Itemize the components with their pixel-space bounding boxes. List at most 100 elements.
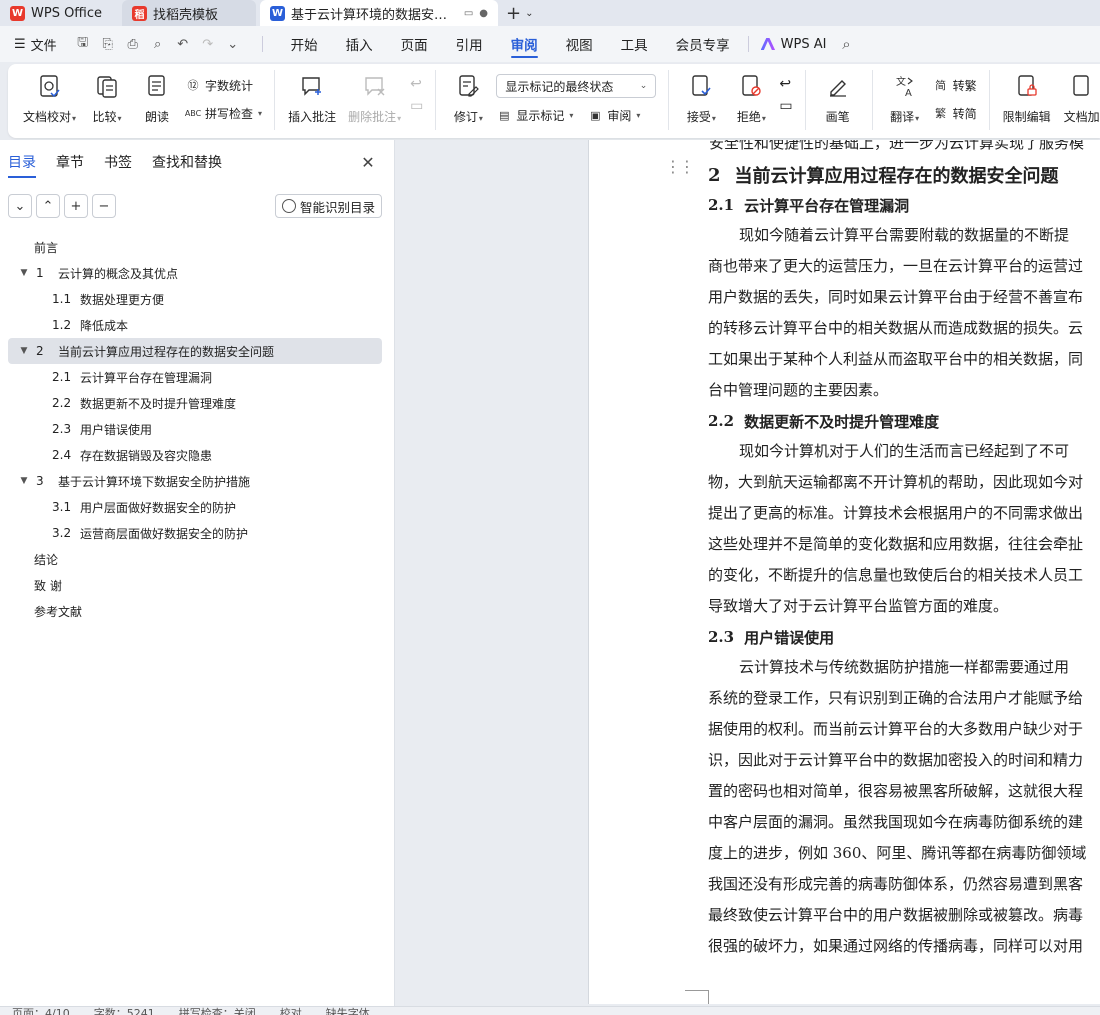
translate-button[interactable]: 文A 翻译▾ [883,70,927,125]
tab-find-replace[interactable]: 查找和替换 [152,140,232,184]
print-icon[interactable]: ⎙ [123,34,143,54]
tab-wps-office[interactable]: W WPS Office [0,0,118,26]
toc-item[interactable]: 参考文献 [8,598,382,624]
search-icon[interactable]: ⌕ [836,34,856,54]
page-indicator[interactable]: 页面：4/10 [12,1007,70,1015]
review-pane-button[interactable]: 审阅 [607,107,631,124]
export-pdf-icon[interactable]: ⎘ [98,34,118,54]
toc-item[interactable]: 2.4 存在数据销毁及容灾隐患 [8,442,382,468]
expand-down-icon[interactable]: ⌄ [8,194,32,218]
file-menu[interactable]: ☰ 文件 [14,35,57,54]
toc-item[interactable]: 2.3 用户错误使用 [8,416,382,442]
smart-toc-button[interactable]: 智能识别目录 [274,194,382,218]
ink-pen-button[interactable]: 画笔 [816,70,860,125]
remove-heading-icon[interactable]: − [92,194,116,218]
spell-check-icon: ABC [184,108,202,118]
toc-item[interactable]: 前言 [8,234,382,260]
navigation-pane: 目录 章节 书签 查找和替换 ✕ ⌄ ⌃ + − 智能识别目录 前言 ▼ 1 云计算的… [0,140,395,1006]
add-heading-icon[interactable]: + [64,194,88,218]
menu-review[interactable]: 审阅 [497,26,552,62]
toc-item[interactable]: ▼ 1 云计算的概念及其优点 [8,260,382,286]
reject-label: 拒绝 [736,110,761,124]
toc-item[interactable]: ▼ 3 基于云计算环境下数据安全防护措施 [8,468,382,494]
proofing-group: 文档校对▾ 比较▾ 朗读 ⑫ 字数统计 ABC 拼写检查 ▾ [20,70,276,130]
traditional-icon: 简 [935,79,947,92]
pen-icon [825,72,851,100]
toc-item[interactable]: 2.1 云计算平台存在管理漏洞 [8,364,382,390]
redo-icon[interactable]: ↷ [198,34,218,54]
new-tab-button[interactable]: + ⌄ [498,0,541,26]
tab-docer-templates[interactable]: 稻 找稻壳模板 [122,0,256,26]
toc-item[interactable]: 2.2 数据更新不及时提升管理难度 [8,390,382,416]
to-traditional-button[interactable]: 简 转繁 [933,74,977,96]
toc-item[interactable]: 3.1 用户层面做好数据安全的防护 [8,494,382,520]
ink-pen-label: 画笔 [825,110,850,124]
restrict-edit-button[interactable]: 限制编辑 [1000,70,1054,125]
document-body: 2 当前云计算应用过程存在的数据安全问题 2.1 云计算平台存在管理漏洞 现如今随着… [708,160,1100,962]
show-markup-button[interactable]: 显示标记 [516,107,564,124]
next-change-icon[interactable]: ▭ [779,98,792,114]
drag-handle-icon[interactable]: ⋮⋮ [665,159,695,175]
tab-bookmarks[interactable]: 书签 [104,140,142,184]
paragraph-line: 很强的破坏力，如果通过网络的传播病毒，同样可以对用 [708,937,1084,955]
menu-member[interactable]: 会员专享 [662,26,744,62]
toc-item[interactable]: 3.2 运营商层面做好数据安全的防护 [8,520,382,546]
insert-comment-button[interactable]: 插入批注 [285,70,339,125]
missing-font-indicator[interactable]: 缺失字体 [326,1007,370,1015]
menu-view[interactable]: 视图 [552,26,607,62]
menu-page[interactable]: 页面 [387,26,442,62]
expand-triangle-icon[interactable]: ▼ [16,476,32,486]
toc-item[interactable]: 致 谢 [8,572,382,598]
proof-indicator[interactable]: 校对 [280,1007,302,1015]
accept-button[interactable]: 接受▾ [679,70,723,125]
expand-triangle-icon[interactable]: ▼ [16,268,32,278]
word-count-indicator[interactable]: 字数：5241 [94,1007,155,1015]
read-aloud-button[interactable]: 朗读 [135,70,179,125]
chevron-down-icon[interactable]: ⌄ [223,34,243,54]
display-mode-select[interactable]: 显示标记的最终状态 ⌄ [496,74,657,98]
toc-item[interactable]: 1.2 降低成本 [8,312,382,338]
toc-item-text: 运营商层面做好数据安全的防护 [80,526,249,541]
menu-home[interactable]: 开始 [277,26,332,62]
paragraph-line: 系统的登录工作，只有识别到正确的合法用户才能赋予给 [708,689,1084,707]
tab-document[interactable]: W 基于云计算环境的数据安全研究 ▭ ● [260,0,498,26]
to-simplified-button[interactable]: 繁 转简 [933,102,977,124]
wps-ai-button[interactable]: WPS AI [753,37,837,52]
toc-item-text: 参考文献 [34,604,83,619]
menu-insert[interactable]: 插入 [332,26,387,62]
toc-item[interactable]: 1.1 数据处理更方便 [8,286,382,312]
tab-toc[interactable]: 目录 [8,140,46,184]
expand-triangle-icon[interactable]: ▼ [16,346,32,356]
paragraph-line: 商也带来了更大的运营压力，一旦在云计算平台的运营过 [708,257,1084,275]
menu-tools[interactable]: 工具 [607,26,662,62]
print-preview-icon[interactable]: ⌕ [148,34,168,54]
previous-change-icon[interactable]: ↩ [779,76,792,92]
tab-sections[interactable]: 章节 [56,140,94,184]
restrict-edit-icon [1014,72,1040,100]
close-icon[interactable]: ✕ [358,152,378,172]
document-workspace: 安全性和使捷性的基础上，进一步为云计算实现了服务模 ⋮⋮ 2 当前云计算应用过程… [396,140,1100,1006]
undo-icon[interactable]: ↶ [173,34,193,54]
collapse-up-icon[interactable]: ⌃ [36,194,60,218]
save-icon[interactable]: 🖫 [73,34,93,54]
toc-item[interactable]: 结论 [8,546,382,572]
doc-check-button[interactable]: 文档校对▾ [20,70,79,125]
menu-references[interactable]: 引用 [442,26,497,62]
track-changes-button[interactable]: 修订▾ [446,70,490,125]
delete-comment-button[interactable]: 删除批注▾ [345,70,404,125]
doc-protect-button[interactable]: 文档加 [1060,70,1100,125]
spell-check-button[interactable]: ABC 拼写检查 ▾ [185,102,262,124]
previous-comment-icon[interactable]: ↩ [410,76,423,92]
word-count-button[interactable]: ⑫ 字数统计 [185,74,262,96]
word-count-icon: ⑫ [187,79,199,92]
paragraph-line: 的转移云计算平台中的相关数据从而造成数据的损失。云 [708,319,1084,337]
reject-button[interactable]: 拒绝▾ [729,70,773,125]
next-comment-icon[interactable]: ▭ [410,98,423,114]
document-page[interactable]: 安全性和使捷性的基础上，进一步为云计算实现了服务模 ⋮⋮ 2 当前云计算应用过程… [588,140,1100,1004]
spell-check-indicator[interactable]: 拼写检查：关闭 [179,1007,256,1015]
change-nav-stack: ↩ ▭ [779,70,792,114]
toc-item-number: 1.1 [52,292,72,306]
monitor-icon[interactable]: ▭ [464,8,473,19]
toc-item[interactable]: ▼ 2 当前云计算应用过程存在的数据安全问题 [8,338,382,364]
compare-button[interactable]: 比较▾ [85,70,129,125]
